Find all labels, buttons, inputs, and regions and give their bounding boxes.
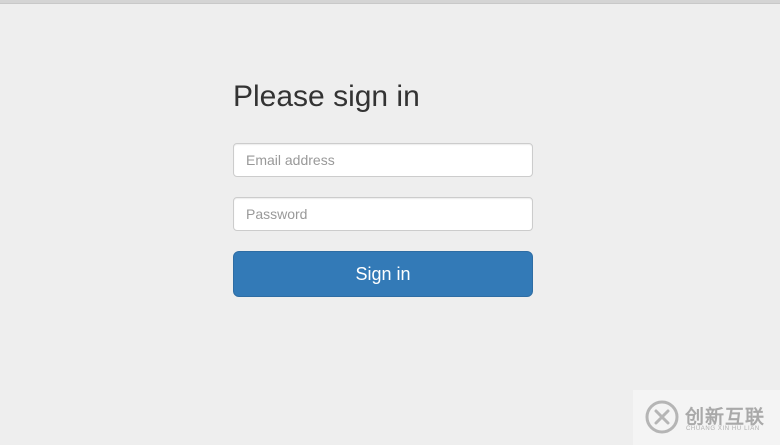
watermark: 创新互联 CHUANG XIN HU LIAN: [633, 390, 780, 445]
email-input[interactable]: [233, 143, 533, 177]
watermark-title: 创新互联: [685, 406, 766, 428]
signin-form: Please sign in Sign in: [233, 70, 533, 297]
page-title: Please sign in: [233, 80, 420, 113]
page: Please sign in Sign in 创新互联 CHUANG XIN H…: [0, 0, 780, 445]
sign-in-button[interactable]: Sign in: [233, 251, 533, 297]
top-border: [0, 0, 780, 4]
password-input[interactable]: [233, 197, 533, 231]
logo-icon: [645, 400, 679, 434]
watermark-subtitle: CHUANG XIN HU LIAN: [686, 426, 760, 432]
